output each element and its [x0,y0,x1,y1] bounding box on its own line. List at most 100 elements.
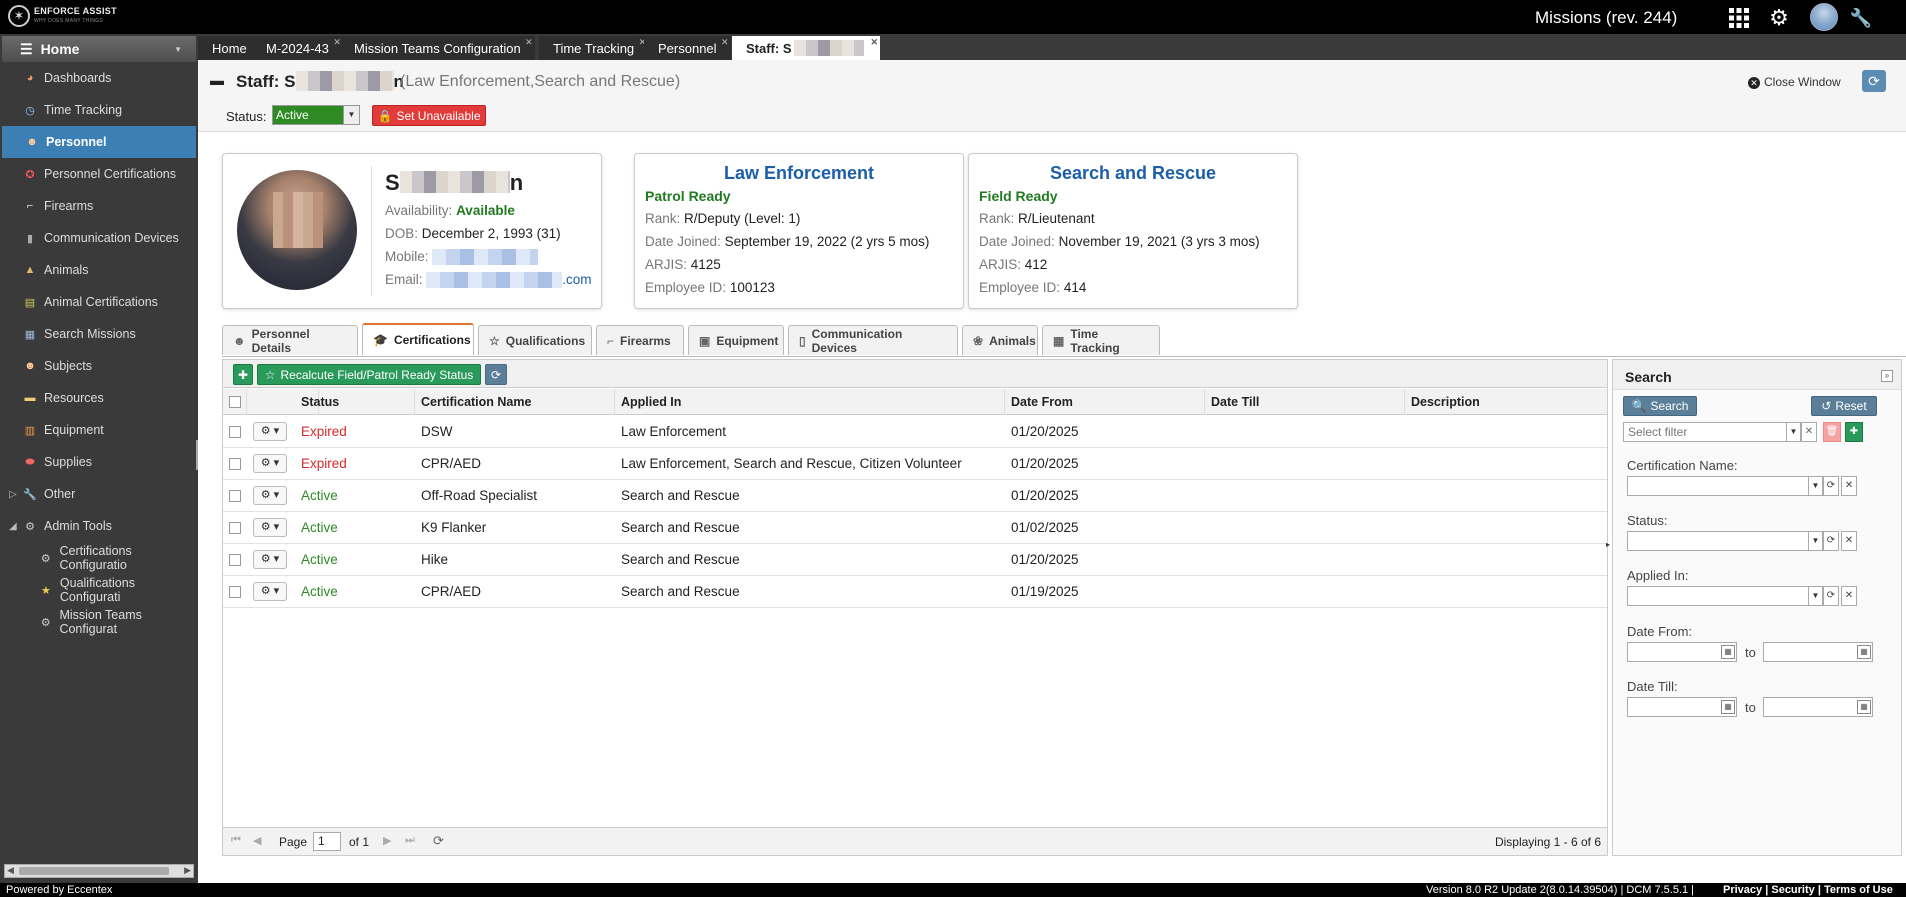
close-icon[interactable]: ✕ [525,37,533,48]
calendar-icon[interactable]: ▦ [1721,700,1735,714]
sidebar-item-personnel-certifications[interactable]: ✪ Personnel Certifications [0,158,198,190]
sidebar-item-qualifications-configuration[interactable]: ★ Qualifications Configurati [0,574,198,606]
collapse-panel-icon[interactable]: » [1881,370,1893,382]
clear-icon[interactable]: ✕ [1841,531,1857,551]
tab-firearms[interactable]: ⌐ Firearms [596,325,684,355]
table-row[interactable]: ⚙ ▾ Active Hike Search and Rescue 01/20/… [223,544,1607,576]
page-number-input[interactable]: 1 [313,832,341,851]
scroll-left-icon[interactable]: ◀ [7,865,14,876]
sidebar-item-communication-devices[interactable]: ▮ Communication Devices [0,222,198,254]
sidebar-home[interactable]: ☰ Home ▼ [2,36,196,62]
date-from-end-input[interactable]: ▦ [1763,642,1873,662]
sidebar-item-dashboards[interactable]: ◕ Dashboards [0,62,198,94]
sidebar-item-supplies[interactable]: ⬬ Supplies [0,446,198,478]
sidebar-item-resources[interactable]: ▬ Resources [0,382,198,414]
calendar-icon[interactable]: ▦ [1721,645,1735,659]
grid-refresh-button[interactable]: ⟳ [485,364,507,385]
tab-equipment[interactable]: ▣ Equipment [688,325,784,355]
tab-communication-devices[interactable]: ▯ Communication Devices [788,325,958,355]
sidebar-item-equipment[interactable]: ▥ Equipment [0,414,198,446]
close-window-button[interactable]: ✕ Close Window [1748,75,1841,89]
tab-personnel[interactable]: Personnel ✕ [644,36,731,60]
terms-link[interactable]: Terms of Use [1824,884,1893,896]
tab-time-tracking[interactable]: Time Tracking ✕ [539,36,649,60]
expand-icon[interactable]: ▷ [9,489,17,500]
filter-select[interactable]: Select filter ▼ [1623,422,1801,442]
row-checkbox[interactable] [229,426,241,438]
sidebar-item-animals[interactable]: ▲ Animals [0,254,198,286]
first-page-icon[interactable]: ⏮ [231,834,241,847]
sidebar-item-other[interactable]: ▷ 🔧 Other [0,478,198,510]
sidebar-scrollbar[interactable]: ◀ ▶ [4,864,194,878]
table-row[interactable]: ⚙ ▾ Active K9 Flanker Search and Rescue … [223,512,1607,544]
add-filter-icon[interactable]: ✚ [1845,422,1863,442]
sidebar-item-admin-tools[interactable]: ◢ ⚙ Admin Tools [0,510,198,542]
date-till-start-input[interactable]: ▦ [1627,697,1737,717]
tab-qualifications[interactable]: ☆ Qualifications [478,325,592,355]
column-date-till[interactable]: Date Till [1205,389,1405,415]
row-actions-button[interactable]: ⚙ ▾ [253,550,287,569]
tab-mission-teams-configuration[interactable]: Mission Teams Configuration ✕ [340,36,535,60]
sidebar-item-time-tracking[interactable]: ◷ Time Tracking [0,94,198,126]
security-link[interactable]: Security [1771,884,1814,896]
row-checkbox[interactable] [229,458,241,470]
column-description[interactable]: Description [1405,389,1607,415]
email-link[interactable]: .com [426,272,592,289]
column-status[interactable]: Status [295,389,415,415]
table-row[interactable]: ⚙ ▾ Expired CPR/AED Law Enforcement, Sea… [223,448,1607,480]
table-row[interactable]: ⚙ ▾ Active CPR/AED Search and Rescue 01/… [223,576,1607,608]
row-actions-button[interactable]: ⚙ ▾ [253,454,287,473]
tab-mission[interactable]: M-2024-43 ✕ [252,36,343,60]
search-button[interactable]: 🔍 Search [1623,396,1697,416]
refresh-button[interactable]: ⟳ [1862,70,1886,92]
tab-certifications[interactable]: 🎓 Certifications [362,323,474,355]
applied-in-filter[interactable]: ▼ [1627,586,1823,606]
trash-icon[interactable]: 🗑 [1823,422,1841,442]
row-checkbox[interactable] [229,586,241,598]
select-all-checkbox[interactable] [229,396,241,408]
row-actions-button[interactable]: ⚙ ▾ [253,486,287,505]
column-date-from[interactable]: Date From [1005,389,1205,415]
refresh-icon[interactable]: ⟳ [433,833,444,849]
clear-icon[interactable]: ✕ [1841,586,1857,606]
row-actions-button[interactable]: ⚙ ▾ [253,518,287,537]
tab-animals[interactable]: ❀ Animals [962,325,1038,355]
refresh-icon[interactable]: ⟳ [1823,586,1839,606]
user-avatar[interactable] [1810,3,1838,31]
tab-personnel-details[interactable]: ☻ Personnel Details [222,325,358,355]
close-icon[interactable]: ✕ [870,37,878,48]
row-actions-button[interactable]: ⚙ ▾ [253,582,287,601]
close-icon[interactable]: ✕ [721,37,729,48]
gear-icon[interactable]: ⚙ [1766,5,1792,31]
clear-filter-icon[interactable]: ✕ [1801,422,1817,442]
collapse-icon[interactable]: ◢ [9,521,17,532]
calendar-icon[interactable]: ▦ [1857,700,1871,714]
sidebar-item-personnel[interactable]: ☻ Personnel [2,126,196,158]
sidebar-item-certifications-configuration[interactable]: ⚙ Certifications Configuratio [0,542,198,574]
table-row[interactable]: ⚙ ▾ Expired DSW Law Enforcement 01/20/20… [223,416,1607,448]
sidebar-item-animal-certifications[interactable]: ▤ Animal Certifications [0,286,198,318]
status-filter[interactable]: ▼ [1627,531,1823,551]
row-actions-button[interactable]: ⚙ ▾ [253,422,287,441]
row-checkbox[interactable] [229,554,241,566]
tab-staff[interactable]: Staff: S ✕ [732,36,880,60]
add-button[interactable]: ✚ [233,364,253,385]
last-page-icon[interactable]: ⏭ [405,834,415,847]
set-unavailable-button[interactable]: 🔒 Set Unavailable [372,105,486,126]
sidebar-item-subjects[interactable]: ☻ Subjects [0,350,198,382]
table-row[interactable]: ⚙ ▾ Active Off-Road Specialist Search an… [223,480,1607,512]
column-applied-in[interactable]: Applied In [615,389,1005,415]
row-checkbox[interactable] [229,490,241,502]
sidebar-item-search-missions[interactable]: ▦ Search Missions [0,318,198,350]
grid-icon[interactable] [1726,5,1752,31]
refresh-icon[interactable]: ⟳ [1823,531,1839,551]
wrench-icon[interactable]: 🔧 [1848,5,1874,31]
scrollbar-thumb[interactable] [19,867,169,875]
recalculate-button[interactable]: ☆ Recalcute Field/Patrol Ready Status [257,364,481,385]
calendar-icon[interactable]: ▦ [1857,645,1871,659]
scroll-right-icon[interactable]: ▶ [184,865,191,876]
pane-splitter-icon[interactable]: ▸ [1606,540,1611,554]
certification-name-filter[interactable]: ▼ [1627,476,1823,496]
date-from-start-input[interactable]: ▦ [1627,642,1737,662]
refresh-icon[interactable]: ⟳ [1823,476,1839,496]
